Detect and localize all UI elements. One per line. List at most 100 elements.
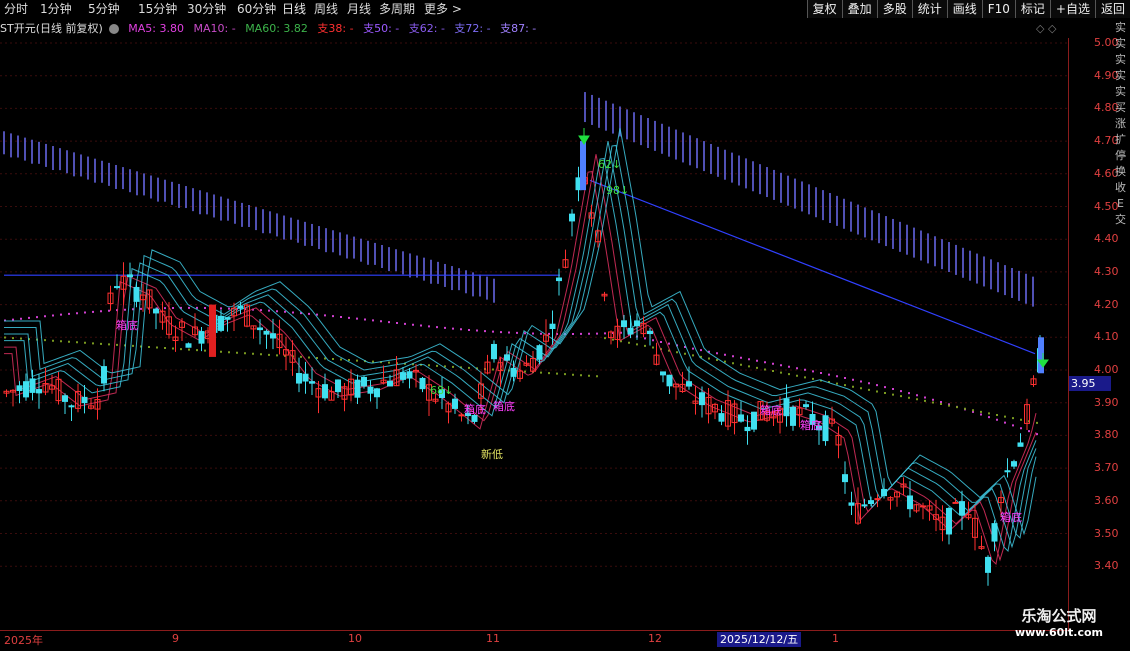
strip-char: 停: [1115, 149, 1126, 162]
strip-char: 实: [1115, 85, 1126, 98]
candle-down: [1011, 461, 1017, 467]
candle-down: [335, 379, 341, 393]
candle-down: [361, 376, 367, 387]
tab-monthly[interactable]: 月线: [347, 0, 371, 19]
candle-down: [406, 371, 413, 379]
candle-down: [367, 386, 374, 394]
mark-62-label: 62↓: [598, 158, 622, 171]
strip-char: 换: [1115, 165, 1126, 178]
tab-15min[interactable]: 15分钟: [138, 0, 177, 19]
support87-value: 支87: -: [500, 22, 537, 35]
tab-5min[interactable]: 5分钟: [88, 0, 120, 19]
tab-daily[interactable]: 日线: [282, 0, 306, 19]
candle-up: [874, 498, 881, 501]
candle-down: [296, 373, 302, 384]
candle-down: [803, 404, 809, 408]
new-low-label: 新低: [481, 448, 503, 461]
highlight-candle: [209, 304, 216, 357]
strip-char: 实: [1115, 53, 1126, 66]
candle-down: [569, 213, 575, 222]
candle-down: [237, 305, 244, 309]
indicator-info-bar: ST开元(日线 前复权) MA5: 3.80 MA10: - MA60: 3.8…: [0, 20, 1068, 38]
f10-button[interactable]: F10: [981, 0, 1015, 18]
strip-char: 涨: [1115, 117, 1126, 130]
strip-char: 实: [1115, 37, 1126, 50]
candle-down: [660, 371, 666, 376]
candle-down: [536, 345, 543, 360]
tab-1min[interactable]: 1分钟: [40, 0, 72, 19]
diamond-icons[interactable]: ◇ ◇: [1036, 22, 1056, 35]
add-watchlist-button[interactable]: +自选: [1049, 0, 1095, 18]
ma-ribbon-line: [4, 127, 1037, 536]
candle-down: [751, 411, 757, 430]
candle-down: [738, 414, 744, 422]
candle-down: [504, 354, 510, 361]
strip-char: E: [1117, 197, 1124, 210]
date-label: 11: [486, 632, 500, 645]
tab-30min[interactable]: 30分钟: [187, 0, 226, 19]
draw-line-button[interactable]: 画线: [946, 0, 982, 18]
multi-stock-button[interactable]: 多股: [876, 0, 912, 18]
date-label: 12: [648, 632, 662, 645]
period-toolbar: 分时 1分钟 5分钟 15分钟 30分钟 60分钟 日线 周线 月线 多周期 更…: [0, 0, 1130, 20]
back-button[interactable]: 返回: [1094, 0, 1130, 18]
tab-more[interactable]: 更多 >: [424, 0, 462, 19]
settings-circle-icon[interactable]: [108, 24, 119, 34]
candle-down: [133, 286, 140, 302]
candle-down: [270, 333, 276, 339]
candle-down: [114, 286, 120, 289]
candle-down: [354, 379, 361, 398]
candle-down: [400, 372, 406, 380]
candle-down: [36, 389, 42, 394]
strip-char: 收: [1115, 181, 1126, 194]
mark-button[interactable]: 标记: [1014, 0, 1050, 18]
tab-60min[interactable]: 60分钟: [237, 0, 276, 19]
candle-down: [29, 378, 36, 393]
mark-98-label: 98↓: [606, 184, 630, 197]
candle-down: [101, 366, 107, 384]
stock-title: ST开元(日线 前复权): [0, 22, 103, 35]
kline-chart[interactable]: [0, 38, 1068, 630]
tab-multi-period[interactable]: 多周期: [379, 0, 415, 19]
date-label: 9: [172, 632, 179, 645]
right-info-strip: 实实实实实买涨扩停换收E交: [1111, 20, 1130, 630]
date-label: 2025年: [4, 634, 43, 647]
candle-down: [985, 556, 991, 573]
current-price-tag: 3.95: [1069, 376, 1111, 391]
date-label: 10: [348, 632, 362, 645]
candle-down: [881, 488, 887, 497]
candle-down: [666, 374, 673, 387]
ma10-value: MA10: -: [193, 22, 236, 35]
support62-value: 支62: -: [408, 22, 445, 35]
stats-button[interactable]: 统计: [911, 0, 947, 18]
candle-down: [263, 330, 270, 335]
candle-down: [374, 388, 380, 398]
candle-down: [861, 504, 868, 507]
candle-down: [452, 398, 458, 409]
candle-down: [549, 323, 556, 330]
ma5-value: MA5: 3.80: [128, 22, 184, 35]
date-label: 1: [832, 632, 839, 645]
candle-down: [627, 327, 634, 335]
ma-ribbon-line: [4, 144, 1037, 539]
ma60-dotted-line: [4, 336, 1038, 424]
candle-down: [127, 274, 133, 278]
strip-char: 实: [1115, 69, 1126, 82]
candle-down: [153, 308, 159, 314]
candle-down: [647, 330, 653, 335]
strip-char: 扩: [1115, 133, 1126, 146]
candle-down: [510, 367, 517, 377]
overlay-button[interactable]: 叠加: [841, 0, 877, 18]
box-bottom-label: 箱底: [116, 319, 138, 332]
candle-down: [198, 331, 205, 344]
candle-down: [224, 317, 231, 320]
fuquan-button[interactable]: 复权: [806, 0, 842, 18]
candle-down: [959, 501, 965, 516]
candle-down: [62, 395, 68, 402]
candle-down: [322, 384, 328, 399]
box-bottom-label: 箱底: [493, 400, 515, 413]
tab-fenshi[interactable]: 分时: [4, 0, 28, 19]
tab-weekly[interactable]: 周线: [314, 0, 338, 19]
box-bottom-label: 箱底: [464, 403, 486, 416]
watermark-title: 乐淘公式网: [1021, 607, 1097, 625]
